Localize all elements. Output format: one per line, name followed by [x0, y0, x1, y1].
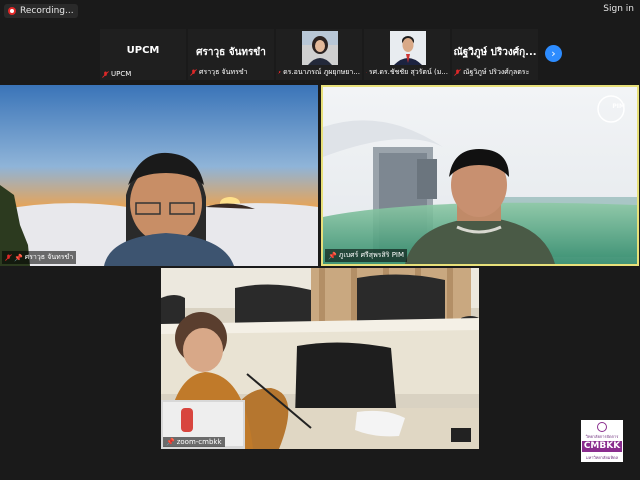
- video-feed: [323, 87, 637, 264]
- participant-label: ดร.อนาภรณ์ ภูผยุกษยา...: [278, 67, 360, 78]
- participant-photo: [302, 31, 338, 65]
- tile-name-label: 📌 ภูเบศร์ ศรีสุพรสิริ PIM: [325, 249, 408, 262]
- tile-name-label: 📌 zoom-cmbkk: [163, 437, 225, 447]
- participant-thumb[interactable]: ศราวุธ จันทรขำ ศราวุธ จันทรขำ: [188, 29, 274, 80]
- participant-thumb[interactable]: ณัฐวิภูษ์ ปริวงศ์กุ... ณัฐวิภูษ์ ปริวงศ์…: [452, 29, 538, 80]
- participant-thumb[interactable]: ดร.อนาภรณ์ ภูผยุกษยา...: [276, 29, 362, 80]
- participant-thumb[interactable]: UPCM UPCM: [100, 29, 186, 80]
- video-tile-room[interactable]: 📌 zoom-cmbkk: [161, 268, 479, 449]
- pin-icon: 📌: [328, 251, 337, 260]
- participant-thumb[interactable]: รศ.ดร.ชัชชัย สุวรัตน์ (ม...: [364, 29, 450, 80]
- recording-label: Recording...: [20, 6, 74, 16]
- cmbkk-logo: วิทยาลัยการจัดการ CMBKK มหาวิทยาลัยมหิดล: [581, 420, 623, 462]
- pin-icon: 📌: [14, 253, 23, 262]
- participant-label: UPCM: [102, 70, 131, 78]
- mic-muted-icon: [454, 69, 461, 76]
- logo-bottom-text: มหาวิทยาลัยมหิดล: [585, 455, 619, 460]
- top-bar: Recording... Sign in: [0, 0, 640, 22]
- mic-muted-icon: [366, 72, 367, 73]
- pin-icon: 📌: [166, 438, 175, 446]
- participant-photo: [390, 31, 426, 65]
- recording-indicator[interactable]: Recording...: [4, 4, 78, 18]
- next-page-button[interactable]: ›: [545, 45, 562, 62]
- video-feed: [0, 85, 318, 266]
- participant-label: รศ.ดร.ชัชชัย สุวรัตน์ (ม...: [366, 68, 448, 76]
- mic-muted-icon: [190, 69, 197, 76]
- video-feed: [161, 268, 479, 449]
- mic-muted-icon: [278, 71, 282, 74]
- logo-top-text: วิทยาลัยการจัดการ: [585, 434, 619, 439]
- sign-in-link[interactable]: Sign in: [603, 4, 634, 14]
- participant-label: ณัฐวิภูษ์ ปริวงศ์กุลตระ: [454, 67, 529, 78]
- participant-strip: UPCM UPCM ศราวุธ จันทรขำ ศราวุธ จันทรขำ …: [100, 29, 542, 80]
- participant-name: UPCM: [126, 45, 160, 56]
- video-tile-active-speaker[interactable]: PIM 📌 ภูเบศร์ ศรีสุพรสิริ PIM: [321, 85, 639, 266]
- participant-name: ณัฐวิภูษ์ ปริวงศ์กุ...: [453, 47, 537, 58]
- video-tile-left[interactable]: 📌 ศราวุธ จันทรขำ: [0, 85, 318, 266]
- chevron-right-icon: ›: [551, 47, 556, 60]
- pim-logo: PIM: [612, 103, 625, 110]
- seal-icon: [597, 422, 607, 432]
- participant-name: ศราวุธ จันทรขำ: [196, 47, 266, 58]
- participant-label: ศราวุธ จันทรขำ: [190, 67, 248, 78]
- tile-name-label: 📌 ศราวุธ จันทรขำ: [2, 251, 77, 264]
- logo-main-text: CMBKK: [582, 441, 622, 452]
- mic-muted-icon: [102, 70, 109, 78]
- recording-icon: [8, 7, 16, 15]
- mic-muted-icon: [5, 254, 12, 261]
